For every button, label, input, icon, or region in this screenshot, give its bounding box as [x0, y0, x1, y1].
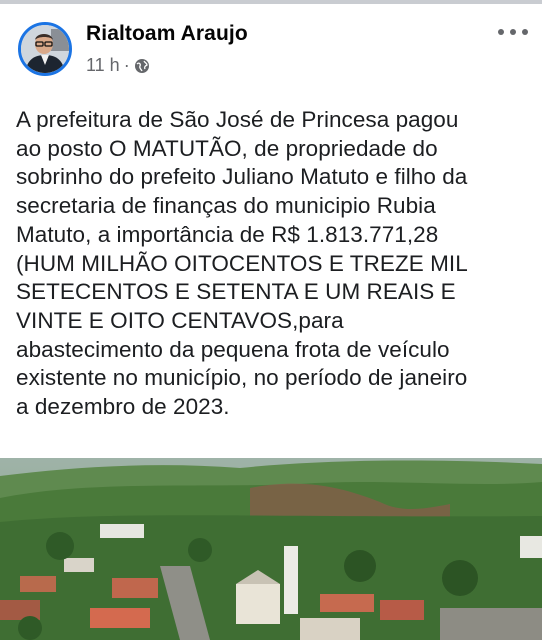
globe-icon[interactable] — [134, 58, 150, 74]
post-time[interactable]: 11 h — [86, 55, 120, 76]
author-name[interactable]: Rialtoam Araujo — [86, 22, 248, 46]
aerial-town-photo — [0, 458, 542, 640]
post-text: A prefeitura de São José de Princesa pag… — [16, 107, 468, 420]
author-avatar[interactable] — [18, 22, 72, 76]
meta-separator: · — [123, 55, 130, 75]
avatar-photo — [21, 25, 69, 73]
more-options-icon[interactable] — [498, 20, 528, 44]
post-header: Rialtoam Araujo 11 h · — [0, 4, 542, 94]
post-photo[interactable] — [0, 458, 542, 640]
post-meta: 11 h · — [86, 55, 150, 76]
